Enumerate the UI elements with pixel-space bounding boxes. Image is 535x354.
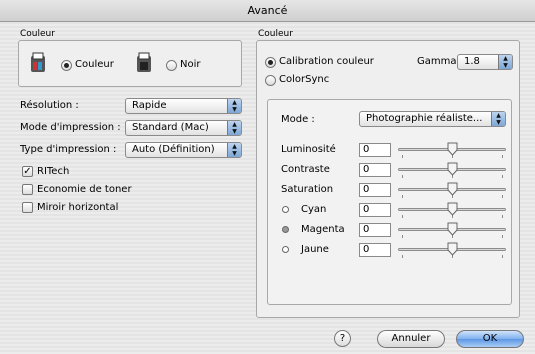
colour-radio[interactable] <box>61 60 72 71</box>
slider-tick <box>502 155 503 158</box>
slider-tick <box>502 235 503 238</box>
adjust-row-label: Contraste <box>281 164 330 175</box>
colour-radio-label: Couleur <box>75 59 114 70</box>
slider-tick <box>502 255 503 258</box>
adjust-row-label: Cyan <box>301 204 327 215</box>
popup-arrows-icon: ▲ ▼ <box>227 121 241 135</box>
print-type-value: Auto (Définition) <box>132 144 215 155</box>
print-mode-value: Standard (Mac) <box>132 122 209 133</box>
ritech-label: RITech <box>37 166 70 177</box>
slider-tick <box>402 175 403 178</box>
resolution-value: Rapide <box>132 100 167 111</box>
right-colour-group-label: Couleur <box>258 29 293 39</box>
slider-tick <box>402 255 403 258</box>
adjust-row-label: Luminosité <box>281 144 336 155</box>
adjust-box: Mode : Photographie réaliste... ▲ ▼ Lumin… <box>267 99 512 305</box>
gamma-popup[interactable]: 1.8 ▲ ▼ <box>457 54 513 70</box>
resolution-label: Résolution : <box>20 100 79 111</box>
adjust-value-field[interactable]: 0 <box>359 183 391 197</box>
gamma-label: Gamma <box>417 56 457 67</box>
cancel-button[interactable]: Annuler <box>377 330 445 348</box>
calibration-label: Calibration couleur <box>279 56 374 67</box>
ok-button[interactable]: OK <box>456 330 524 348</box>
colorsync-radio[interactable] <box>265 75 276 86</box>
jaune-dot-icon <box>282 246 289 253</box>
calibration-radio[interactable] <box>265 57 276 68</box>
slider-tick <box>502 215 503 218</box>
advanced-dialog: Avancé Couleur Couleur Noir Résolution :… <box>0 0 535 354</box>
black-radio-label: Noir <box>180 59 201 70</box>
adjust-row-label: Saturation <box>281 184 334 195</box>
adjust-value-field[interactable]: 0 <box>359 203 391 217</box>
adjust-row-label: Magenta <box>301 224 345 235</box>
slider-tick <box>402 235 403 238</box>
right-colour-box: Calibration couleur ColorSync Gamma 1.8 … <box>256 40 520 318</box>
adjust-row-label: Jaune <box>301 244 329 255</box>
black-radio[interactable] <box>166 60 177 71</box>
window-title: Avancé <box>0 0 535 22</box>
print-mode-popup[interactable]: Standard (Mac) ▲ ▼ <box>125 120 242 136</box>
slider-tick <box>502 195 503 198</box>
popup-arrows-icon: ▲ ▼ <box>491 112 505 126</box>
adjust-slider-thumb[interactable] <box>447 162 458 176</box>
adjust-value-field[interactable]: 0 <box>359 243 391 257</box>
color-printer-icon <box>31 52 45 72</box>
popup-arrows-icon: ▲ ▼ <box>227 99 241 113</box>
gamma-value: 1.8 <box>464 56 480 67</box>
slider-tick <box>402 215 403 218</box>
resolution-popup[interactable]: Rapide ▲ ▼ <box>125 98 242 114</box>
help-button[interactable]: ? <box>334 330 351 347</box>
toner-save-label: Economie de toner <box>37 184 132 195</box>
adjust-slider-thumb[interactable] <box>447 242 458 256</box>
colour-group-label: Couleur <box>20 29 55 39</box>
slider-tick <box>402 195 403 198</box>
mode-popup[interactable]: Photographie réaliste... ▲ ▼ <box>359 111 506 127</box>
colorsync-label: ColorSync <box>279 74 330 85</box>
print-type-popup[interactable]: Auto (Définition) ▲ ▼ <box>125 142 242 158</box>
print-type-label: Type d'impression : <box>20 144 117 155</box>
mode-label: Mode : <box>281 114 315 125</box>
adjust-value-field[interactable]: 0 <box>359 223 391 237</box>
black-printer-icon <box>137 52 151 72</box>
mode-value: Photographie réaliste... <box>366 113 483 124</box>
adjust-value-field[interactable]: 0 <box>359 163 391 177</box>
cyan-dot-icon <box>282 206 289 213</box>
colour-group-box: Couleur Noir <box>18 40 242 87</box>
popup-arrows-icon: ▲ ▼ <box>227 143 241 157</box>
slider-tick <box>502 175 503 178</box>
toner-save-checkbox[interactable] <box>22 184 33 195</box>
ritech-checkbox[interactable]: ✓ <box>22 166 33 177</box>
magenta-dot-icon <box>282 226 289 233</box>
adjust-slider-thumb[interactable] <box>447 202 458 216</box>
popup-arrows-icon: ▲ ▼ <box>498 55 512 69</box>
adjust-value-field[interactable]: 0 <box>359 143 391 157</box>
slider-tick <box>402 155 403 158</box>
adjust-slider-thumb[interactable] <box>447 222 458 236</box>
mirror-checkbox[interactable] <box>22 202 33 213</box>
print-mode-label: Mode d'impression : <box>20 122 121 133</box>
adjust-slider-thumb[interactable] <box>447 142 458 156</box>
mirror-label: Miroir horizontal <box>37 202 119 213</box>
adjust-slider-thumb[interactable] <box>447 182 458 196</box>
